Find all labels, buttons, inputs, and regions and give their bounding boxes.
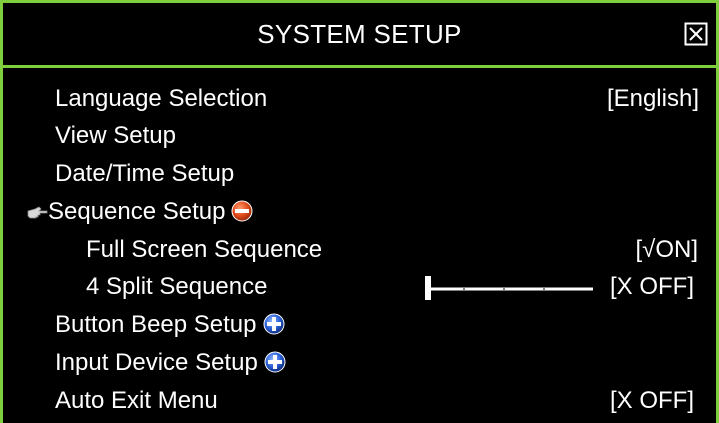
menu-item-input-device-setup[interactable]: Input Device Setup xyxy=(3,344,716,381)
menu-item-language-selection[interactable]: Language Selection [English] xyxy=(3,80,716,117)
menu-item-label: Full Screen Sequence xyxy=(86,236,323,263)
title-bar: SYSTEM SETUP xyxy=(3,3,716,68)
menu-item-auto-exit-menu[interactable]: Auto Exit Menu [X OFF] xyxy=(3,382,716,419)
sequence-setup-label: Sequence Setup xyxy=(48,198,226,225)
full-screen-sequence-value[interactable]: [√ON] xyxy=(635,231,698,268)
close-icon xyxy=(684,22,708,46)
minus-icon[interactable] xyxy=(231,200,253,222)
sequence-slider[interactable] xyxy=(423,272,593,302)
slider-handle[interactable] xyxy=(425,276,431,300)
menu-item-label: 4 Split Sequence xyxy=(86,273,268,300)
menu-item-label: Auto Exit Menu xyxy=(55,387,218,414)
auto-exit-menu-value[interactable]: [X OFF] xyxy=(610,382,694,419)
window-title: SYSTEM SETUP xyxy=(257,19,462,49)
menu-item-sequence-setup[interactable]: Sequence Setup xyxy=(3,193,716,230)
4-split-sequence-value[interactable]: [X OFF] xyxy=(610,268,694,305)
menu-item-label: Button Beep Setup xyxy=(55,306,285,343)
menu-item-label: View Setup xyxy=(55,122,176,149)
button-beep-setup-label: Button Beep Setup xyxy=(55,311,257,338)
system-setup-window: SYSTEM SETUP Language Selection [English… xyxy=(0,0,719,423)
menu-item-label: Date/Time Setup xyxy=(55,160,235,187)
close-button[interactable] xyxy=(684,22,708,46)
menu-item-button-beep-setup[interactable]: Button Beep Setup xyxy=(3,306,716,343)
menu-item-full-screen-sequence[interactable]: Full Screen Sequence [√ON] xyxy=(3,231,716,268)
menu-item-4-split-sequence[interactable]: 4 Split Sequence [X OFF] xyxy=(3,268,716,305)
input-device-setup-label: Input Device Setup xyxy=(55,349,258,376)
menu-item-date-time-setup[interactable]: Date/Time Setup xyxy=(3,155,716,192)
plus-icon[interactable] xyxy=(264,351,286,373)
menu-item-label: Sequence Setup xyxy=(48,193,253,230)
menu-item-label: Input Device Setup xyxy=(55,344,286,381)
language-value[interactable]: [English] xyxy=(607,80,699,117)
menu-item-label: Language Selection xyxy=(55,85,268,112)
pointing-hand-icon xyxy=(27,206,48,219)
plus-icon[interactable] xyxy=(263,313,285,335)
menu-item-view-setup[interactable]: View Setup xyxy=(3,117,716,154)
